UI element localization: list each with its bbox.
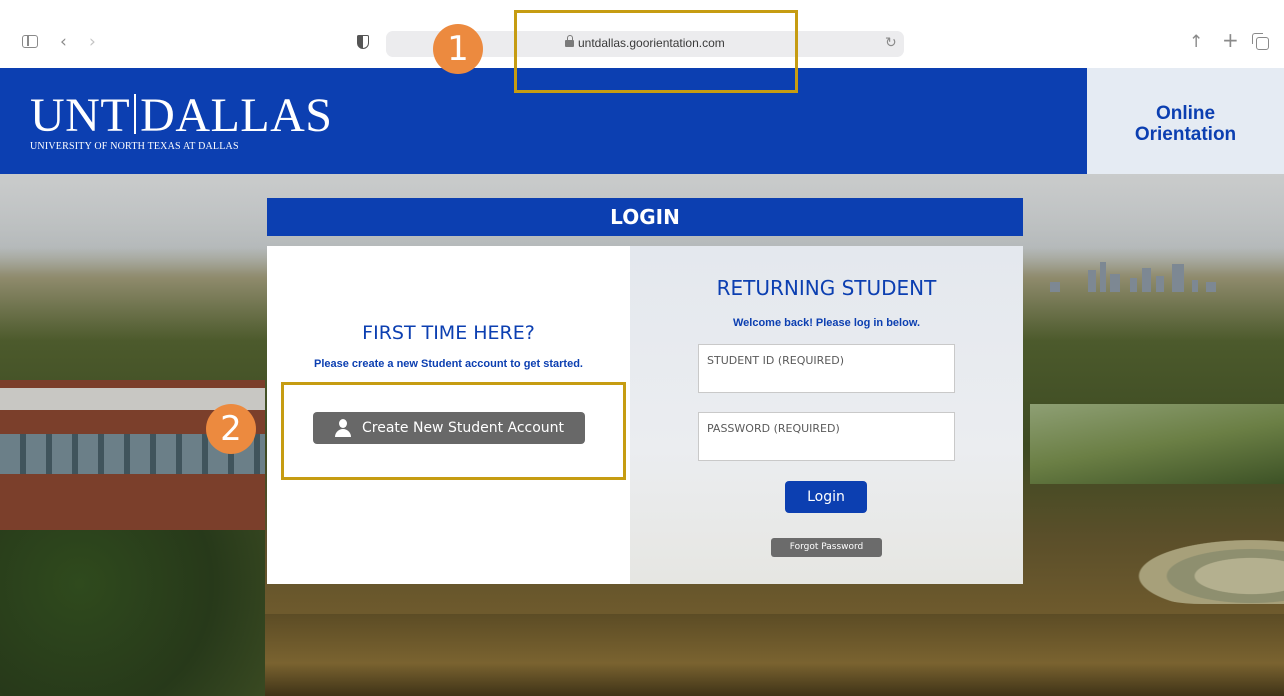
forgot-password-button[interactable]: Forgot Password — [771, 538, 882, 557]
returning-description: Welcome back! Please log in below. — [732, 317, 921, 329]
amphitheater — [1120, 534, 1284, 604]
orientation-line-1: Online — [1155, 103, 1216, 124]
highlight-box-create-account — [281, 382, 626, 480]
logo-dallas: DALLAS — [140, 89, 333, 142]
trees-left — [0, 504, 265, 696]
plus-icon[interactable]: + — [1222, 30, 1239, 50]
logo-unt: UNT — [30, 89, 131, 142]
login-title: LOGIN — [610, 205, 680, 229]
dallas-skyline — [1050, 258, 1230, 292]
returning-student-panel: RETURNING STUDENT Welcome back! Please l… — [630, 246, 1023, 584]
login-title-bar: LOGIN — [267, 198, 1023, 236]
logo-divider — [134, 94, 137, 134]
tabs-icon[interactable] — [1252, 33, 1269, 50]
shield-icon[interactable] — [357, 35, 369, 49]
campus-road — [1030, 404, 1284, 484]
step-2-badge: 2 — [206, 404, 256, 454]
sidebar-icon[interactable] — [22, 35, 38, 48]
reload-icon[interactable]: ↻ — [885, 34, 897, 52]
first-time-heading: FIRST TIME HERE? — [362, 322, 535, 344]
returning-heading: RETURNING STUDENT — [716, 276, 937, 300]
student-id-field-box — [698, 344, 955, 393]
orientation-title: Online Orientation — [1087, 103, 1284, 145]
share-icon[interactable]: ↑ — [1189, 33, 1203, 51]
student-id-field[interactable] — [699, 345, 954, 392]
password-field-box — [698, 412, 955, 461]
step-1-badge: 1 — [433, 24, 483, 74]
orientation-line-2: Orientation — [1134, 124, 1237, 145]
highlight-box-url — [514, 10, 798, 93]
logo-subtitle: UNIVERSITY OF NORTH TEXAS AT DALLAS — [30, 141, 239, 152]
first-time-description: Please create a new Student account to g… — [314, 358, 583, 370]
unt-dallas-logo[interactable]: UNT DALLAS UNIVERSITY OF NORTH TEXAS AT D… — [30, 92, 332, 153]
chevron-right-icon[interactable]: › — [89, 33, 96, 51]
orientation-panel: Online Orientation — [1087, 68, 1284, 174]
logo-wordmark: UNT DALLAS — [30, 92, 332, 140]
password-field[interactable] — [699, 413, 954, 460]
login-button[interactable]: Login — [785, 481, 867, 513]
chevron-left-icon[interactable]: ‹ — [60, 33, 67, 51]
